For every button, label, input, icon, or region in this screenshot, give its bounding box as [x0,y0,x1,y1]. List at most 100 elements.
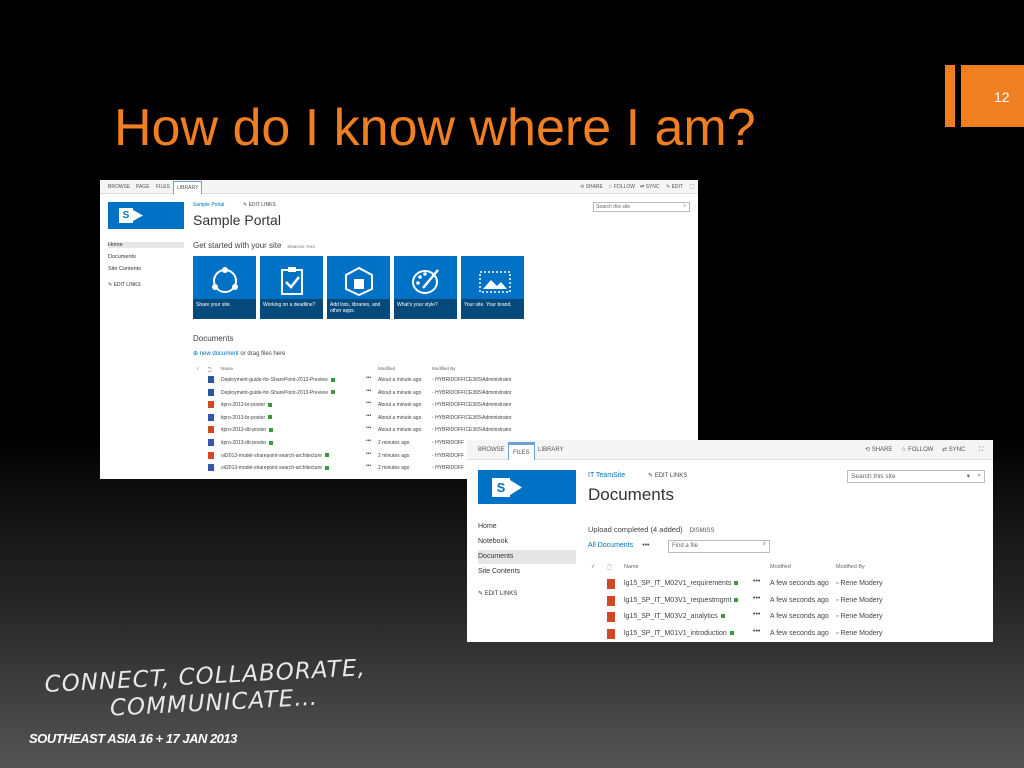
new-document-link[interactable]: ⊕ new document or drag files here [193,350,285,357]
all-documents-view[interactable]: All Documents ••• [588,542,650,549]
table-row[interactable]: lg15_SP_IT_M01V1_introduction ••• A few se… [588,627,988,642]
tile-deadline[interactable]: Working on a deadline? [260,256,323,319]
tab-browse[interactable]: BROWSE [108,180,130,194]
tab-library[interactable]: LIBRARY [538,440,564,460]
tile-style[interactable]: What's your style? [394,256,457,319]
scope-dropdown-icon[interactable]: ▾ [967,472,970,480]
column-name[interactable]: Name [221,366,233,371]
nav-home[interactable]: Home [108,242,184,248]
more-icon[interactable]: ••• [753,611,760,618]
file-type-header-icon: 🗋 [208,367,212,372]
column-name[interactable]: Name [624,564,639,570]
more-icon[interactable]: ••• [366,375,371,381]
file-name[interactable]: Deployment-guide-for-SharePoint-2013-Pre… [221,377,335,383]
remove-this-link[interactable]: REMOVE THIS [287,244,315,249]
dismiss-link[interactable]: DISMISS [690,528,715,534]
file-name[interactable]: Deployment-guide-for-SharePoint-2013-Pre… [221,390,335,396]
more-icon[interactable]: ••• [366,413,371,419]
tab-library[interactable]: LIBRARY [173,181,203,194]
sync-icon: ⇄ [942,447,948,453]
search-icon[interactable]: ⌕ [763,541,766,548]
more-icon[interactable]: ••• [366,451,371,457]
nav-documents[interactable]: Documents [108,254,136,260]
more-icon[interactable]: ••• [366,400,371,406]
search-input[interactable]: Search this site ⌕ [593,202,690,212]
table-row[interactable]: lg15_SP_IT_M02V1_requirements ••• A few se… [588,577,988,593]
column-modified-by[interactable]: Modified By [432,366,456,371]
file-name[interactable]: oil2013-model-sharepoint-search-architec… [221,465,329,471]
focus-icon[interactable]: ⛶ [690,180,694,194]
table-row[interactable]: Deployment-guide-for-SharePoint-2013-Pre… [193,374,693,386]
word-file-icon [208,388,214,396]
table-row[interactable]: lg15_SP_IT_M03V2_analytics ••• A few secon… [588,610,988,626]
file-name[interactable]: itpro-2013-br-poster [221,415,273,421]
edit-action[interactable]: ✎ EDIT [666,180,683,194]
edit-links-top[interactable]: ✎ EDIT LINKS [648,472,687,479]
column-modified[interactable]: Modified [770,564,791,570]
check-all-icon[interactable]: ✓ [591,564,596,570]
pdf-file-icon [208,401,214,409]
file-name[interactable]: lg15_SP_IT_M03V2_analytics [624,613,725,620]
table-row[interactable]: itpro-2013-br-poster ••• About a minute ag… [193,412,693,424]
modified-by: ▫ Rene Modery [836,613,883,621]
file-name[interactable]: itpro-2013-db-poster [221,440,274,446]
modified-by: ▫ HYBRIDOFFICE365\Administrator [432,377,512,383]
table-row[interactable]: itpro-2013-br-poster ••• About a minute ag… [193,399,693,411]
file-name[interactable]: oil2013-model-sharepoint-search-architec… [221,453,329,459]
column-modified-by[interactable]: Modified By [836,564,865,570]
sync-action[interactable]: ⇄ SYNC [640,180,660,194]
tagline: CONNECT, COLLABORATE, COMMUNICATE… [44,655,368,726]
modified-time: A few seconds ago [770,580,829,587]
nav-notebook[interactable]: Notebook [478,535,576,549]
file-name[interactable]: itpro-2013-db-poster [221,427,274,433]
file-name[interactable]: lg15_SP_IT_M03V1_requestmgmt [624,597,739,604]
more-icon[interactable]: ••• [753,628,760,635]
arrow-icon [133,210,143,221]
more-icon[interactable]: ••• [366,388,371,394]
more-icon[interactable]: ••• [366,438,371,444]
edit-links-top[interactable]: ✎ EDIT LINKS [243,202,276,208]
table-row[interactable]: Deployment-guide-for-SharePoint-2013-Pre… [193,387,693,399]
more-icon[interactable]: ••• [366,425,371,431]
tile-brand[interactable]: Your site. Your brand. [461,256,524,319]
column-modified[interactable]: Modified [378,366,395,371]
tab-browse[interactable]: BROWSE [478,440,505,460]
site-logo[interactable]: S [108,202,184,229]
file-name[interactable]: lg15_SP_IT_M02V1_requirements [624,580,739,587]
share-action[interactable]: ⟲ SHARE [580,180,603,194]
nav-edit-links[interactable]: ✎ EDIT LINKS [108,282,141,288]
share-action[interactable]: ⟲ SHARE [865,440,892,460]
site-logo[interactable]: S [478,470,576,504]
focus-icon[interactable]: ⛶ [979,440,983,460]
check-all-icon[interactable]: ✓ [196,366,200,372]
breadcrumb[interactable]: IT TeamSite [588,472,625,479]
palette-icon [412,269,439,294]
follow-action[interactable]: ☆ FOLLOW [608,180,635,194]
more-icon[interactable]: ••• [753,578,760,585]
nav-site-contents[interactable]: Site Contents [108,266,141,272]
sync-action[interactable]: ⇄ SYNC [942,440,965,460]
nav-home[interactable]: Home [478,520,576,534]
tile-caption: Share your site. [193,299,256,319]
more-icon[interactable]: ••• [366,463,371,469]
tab-page[interactable]: PAGE [136,180,150,194]
file-name[interactable]: lg15_SP_IT_M01V1_introduction [624,630,734,637]
table-row[interactable]: itpro-2013-db-poster ••• About a minute ag… [193,424,693,436]
tab-files[interactable]: FILES [508,442,535,460]
tile-share[interactable]: Share your site. [193,256,256,319]
nav-edit-links[interactable]: ✎ EDIT LINKS [478,587,576,601]
search-input[interactable]: Search this site ▾ ⌕ [847,470,985,483]
find-file-input[interactable]: Find a file ⌕ [668,540,770,553]
table-row[interactable]: lg15_SP_IT_M03V1_requestmgmt ••• A few sec… [588,594,988,610]
new-badge-icon [729,630,734,635]
nav-documents[interactable]: Documents [478,550,576,564]
more-icon[interactable]: ••• [753,595,760,602]
more-views-icon[interactable]: ••• [642,542,649,549]
file-name[interactable]: itpro-2013-br-poster [221,402,273,408]
search-icon[interactable]: ⌕ [977,472,981,480]
tile-add-apps[interactable]: Add lists, libraries, and other apps. [327,256,390,319]
breadcrumb[interactable]: Sample Portal [193,202,224,208]
follow-action[interactable]: ☆ FOLLOW [901,440,933,460]
tab-files[interactable]: FILES [156,180,170,194]
nav-site-contents[interactable]: Site Contents [478,565,576,579]
